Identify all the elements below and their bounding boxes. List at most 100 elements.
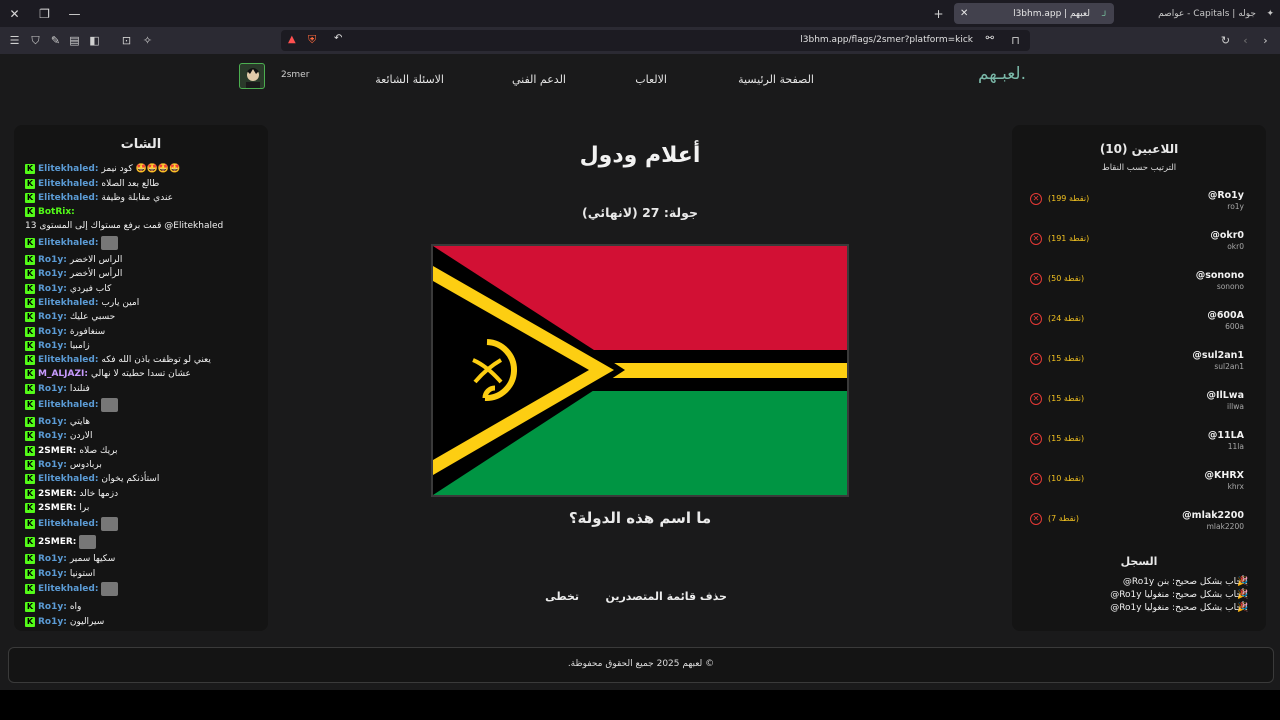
chat-text: استأذنكم يخوان	[101, 474, 160, 484]
chat-username[interactable]: Ro1y:	[38, 284, 67, 294]
chat-username[interactable]: Ro1y:	[38, 617, 67, 627]
tab-inactive[interactable]: عواصم - Capitals | جوله ✦	[1130, 3, 1278, 24]
chat-username[interactable]: Ro1y:	[38, 312, 67, 322]
remove-player-icon[interactable]: ✕	[1030, 393, 1042, 405]
chat-message: KRo1y:الهند	[25, 629, 87, 631]
username[interactable]: 2smer	[281, 70, 309, 80]
chat-username[interactable]: Ro1y:	[38, 255, 67, 265]
kick-icon: K	[25, 298, 35, 308]
remove-player-icon[interactable]: ✕	[1030, 433, 1042, 445]
close-window-icon[interactable]: ✕	[1, 0, 28, 27]
remove-player-icon[interactable]: ✕	[1030, 233, 1042, 245]
chat-message: K Ro1y: حسبي عليك	[25, 310, 115, 324]
player-row: ✕ (15 نقطة) @IlLwa illwa	[1030, 390, 1244, 422]
back-icon[interactable]: ‹	[1238, 33, 1253, 48]
sidebar-icon[interactable]: ◧	[87, 33, 102, 48]
chat-username[interactable]: Elitekhaled:	[38, 474, 98, 484]
chat-username[interactable]: Elitekhaled:	[38, 238, 98, 248]
reload-icon[interactable]: ↻	[1218, 33, 1233, 48]
chat-username[interactable]: Ro1y:	[38, 417, 67, 427]
brave-rewards-icon[interactable]: ▲	[288, 34, 296, 45]
brave-shield-icon[interactable]: ⛨	[308, 33, 316, 47]
screenshot-icon[interactable]: ⊡	[119, 33, 134, 48]
site-logo[interactable]: لعبـهم.	[978, 64, 1026, 84]
player-name: @600A	[1207, 310, 1244, 321]
remove-player-icon[interactable]: ✕	[1030, 473, 1042, 485]
chat-username[interactable]: Ro1y:	[38, 569, 67, 579]
close-tab-icon[interactable]: ✕	[960, 8, 968, 19]
chat-username[interactable]: Elitekhaled:	[38, 179, 98, 189]
chat-message: K Elitekhaled:	[25, 398, 119, 412]
nav-support[interactable]: الدعم الفني	[512, 73, 566, 86]
emote-image	[79, 535, 97, 549]
chat-username[interactable]: Elitekhaled:	[38, 164, 98, 174]
kick-icon: K	[25, 431, 35, 441]
kick-icon: K	[25, 269, 35, 279]
nav-home[interactable]: الصفحة الرئيسية	[738, 73, 814, 86]
chat-username[interactable]: 2SMER:	[38, 537, 76, 547]
player-handle: sonono	[1216, 282, 1244, 291]
chat-message: K Elitekhaled: يعني لو توظفت باذن الله فكه	[25, 353, 211, 367]
kick-icon: K	[25, 355, 35, 365]
player-score: (10 نقطة)	[1048, 474, 1085, 483]
restore-window-icon[interactable]: ❐	[31, 0, 58, 27]
history-icon[interactable]: ▤	[67, 33, 82, 48]
tab-active[interactable]: ✕ l3bhm.app | لعبهم لـ	[954, 3, 1114, 24]
chat-message: K 2SMER: برا	[25, 501, 89, 515]
kick-icon: K	[25, 238, 35, 248]
extensions-icon[interactable]: ✎	[48, 33, 63, 48]
remove-player-icon[interactable]: ✕	[1030, 313, 1042, 325]
chat-message: K Ro1y: سيراليون	[25, 615, 104, 629]
chat-username[interactable]: Elitekhaled:	[38, 298, 98, 308]
puzzle-icon[interactable]: ✧	[140, 33, 155, 48]
chat-message: K Elitekhaled:	[25, 236, 119, 250]
chat-username[interactable]: Ro1y:	[38, 554, 67, 564]
chat-username[interactable]: Elitekhaled:	[38, 519, 98, 529]
chat-text: سنغافورة	[69, 327, 106, 337]
chat-username[interactable]: Elitekhaled:	[38, 193, 98, 203]
remove-player-icon[interactable]: ✕	[1030, 193, 1042, 205]
chat-text: بربادوس	[69, 460, 102, 470]
chat-username[interactable]: Elitekhaled:	[38, 400, 98, 410]
forward-icon[interactable]: ›	[1258, 33, 1273, 48]
new-tab-icon[interactable]: +	[925, 0, 952, 27]
avatar[interactable]	[239, 63, 265, 89]
chat-username[interactable]: Ro1y:	[38, 341, 67, 351]
nav-games[interactable]: الالعاب	[635, 73, 667, 86]
chat-text: كاب فيردي	[69, 284, 112, 294]
chat-username[interactable]: BotRix:	[38, 207, 75, 217]
site-settings-icon[interactable]: ⚯	[986, 33, 994, 44]
shield-icon[interactable]: ⛉	[28, 33, 43, 48]
player-handle: sul2an1	[1214, 362, 1244, 371]
undo-icon[interactable]: ↶	[334, 33, 342, 44]
remove-player-icon[interactable]: ✕	[1030, 273, 1042, 285]
player-row: ✕ (24 نقطة) @600A 600a	[1030, 310, 1244, 342]
emote-image	[101, 582, 119, 596]
chat-username[interactable]: 2SMER:	[38, 503, 76, 513]
skip-button[interactable]: تخطى	[545, 590, 579, 603]
remove-player-icon[interactable]: ✕	[1030, 513, 1042, 525]
chat-username[interactable]: 2SMER:	[38, 489, 76, 499]
chat-username[interactable]: Ro1y:	[38, 384, 67, 394]
chat-username[interactable]: Ro1y:	[38, 460, 67, 470]
url-bar[interactable]: ▲ ⛨ ↶ l3bhm.app/flags/2smer?platform=kic…	[281, 30, 1030, 51]
bookmark-icon[interactable]: ⊓	[1008, 33, 1023, 48]
player-name: @11LA	[1207, 430, 1244, 441]
chat-username[interactable]: Ro1y:	[38, 431, 67, 441]
chat-username[interactable]: Ro1y:	[38, 327, 67, 337]
chat-username[interactable]: Ro1y:	[38, 269, 67, 279]
menu-icon[interactable]: ☰	[7, 33, 22, 48]
chat-username[interactable]: Elitekhaled:	[38, 355, 98, 365]
footer-text: © لعبهم 2025 جميع الحقوق محفوظة.	[567, 659, 715, 669]
nav-faq[interactable]: الاسئلة الشائعة	[375, 73, 444, 86]
chat-username[interactable]: Elitekhaled:	[38, 584, 98, 594]
chat-username[interactable]: M_ALJAZI:	[38, 369, 88, 379]
clear-leaderboard-button[interactable]: حذف قائمة المتصدرين	[605, 590, 727, 603]
round-counter: جولة: 27 (لانهائي)	[582, 205, 698, 220]
chat-username[interactable]: 2SMER:	[38, 446, 76, 456]
minimize-window-icon[interactable]: —	[61, 0, 88, 27]
remove-player-icon[interactable]: ✕	[1030, 353, 1042, 365]
url-text[interactable]: l3bhm.app/flags/2smer?platform=kick	[800, 35, 973, 45]
chat-username[interactable]: Ro1y:	[38, 602, 67, 612]
chat-message: K Ro1y: الراس الاخضر	[25, 253, 122, 267]
